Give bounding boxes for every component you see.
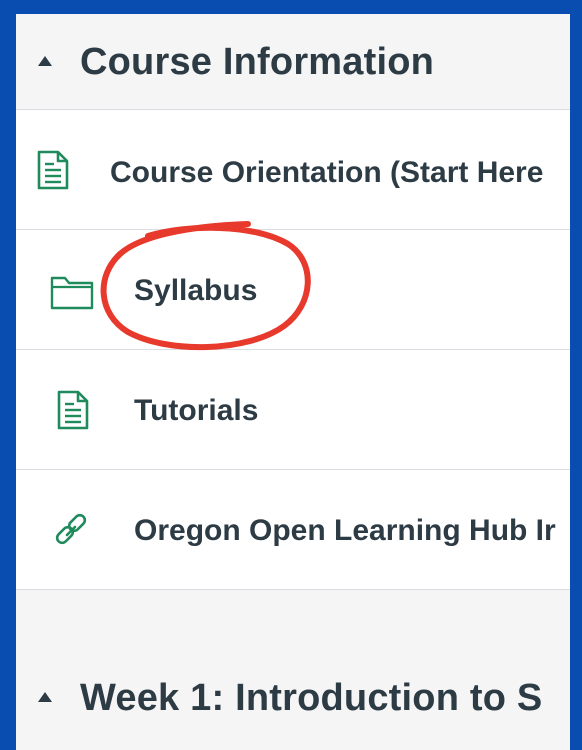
module-item-label[interactable]: Syllabus (134, 274, 257, 307)
module-item-oregon-open-learning-hub[interactable]: Oregon Open Learning Hub Ir (16, 470, 570, 590)
course-modules-panel: Course Information Course Orientation (S… (16, 14, 570, 750)
caret-up-icon[interactable] (38, 692, 52, 702)
module-header-course-information[interactable]: Course Information (16, 14, 570, 110)
module-item-label[interactable]: Oregon Open Learning Hub Ir (134, 514, 556, 547)
link-icon (55, 513, 87, 545)
folder-icon (50, 276, 94, 310)
module-item-tutorials[interactable]: Tutorials (16, 350, 570, 470)
module-item-course-orientation[interactable]: Course Orientation (Start Here (16, 110, 570, 230)
module-spacer (16, 592, 570, 648)
module-title: Course Information (80, 41, 435, 83)
module-item-label[interactable]: Tutorials (134, 394, 258, 427)
module-header-week-1[interactable]: Week 1: Introduction to S (16, 648, 570, 750)
module-item-label[interactable]: Course Orientation (Start Here (110, 156, 543, 189)
module-title: Week 1: Introduction to S (80, 677, 543, 719)
page-icon (37, 150, 69, 190)
page-icon (57, 390, 89, 430)
module-item-syllabus[interactable]: Syllabus (16, 230, 570, 350)
caret-up-icon[interactable] (38, 56, 52, 66)
